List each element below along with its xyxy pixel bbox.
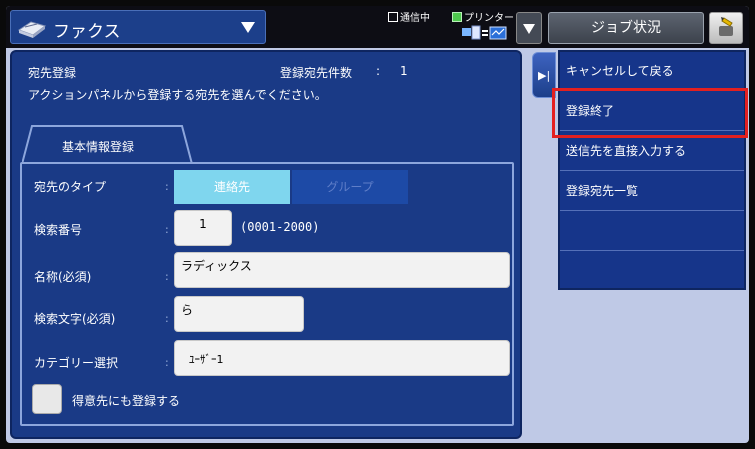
dropdown-arrow-icon: [241, 22, 255, 33]
category-label: カテゴリー選択: [34, 356, 119, 370]
tab-basic-info[interactable]: 基本情報登録: [21, 124, 202, 165]
category-select[interactable]: ﾕｰｻﾞｰ1: [174, 340, 510, 376]
help-button[interactable]: [709, 12, 743, 44]
fax-icon: [17, 21, 47, 38]
registered-count-colon: :: [376, 64, 381, 78]
search-text-field[interactable]: ら: [174, 296, 304, 332]
help-icon: [719, 17, 733, 36]
status-comm-label: 通信中: [400, 13, 430, 24]
type-colon: :: [165, 180, 169, 193]
type-group-button[interactable]: グループ: [292, 170, 408, 204]
status-dropdown-button[interactable]: [516, 12, 542, 44]
mode-select-button[interactable]: ファクス: [10, 10, 266, 44]
comm-indicator-icon: [388, 12, 398, 22]
screen: ファクス 通信中 プリンター ジョブ状況 宛先登録 登録宛先件数: 1 アクシ…: [0, 0, 755, 449]
search-text-colon: :: [165, 312, 169, 325]
status-printer: プリンター: [452, 9, 514, 24]
search-number-range: (0001-2000): [240, 220, 320, 234]
type-label: 宛先のタイプ: [34, 180, 107, 194]
search-number-field[interactable]: 1: [174, 210, 232, 246]
printer-icon: [462, 25, 507, 40]
top-bar: ファクス 通信中 プリンター ジョブ状況: [6, 6, 749, 48]
registered-count-label: 登録宛先件数: [280, 66, 353, 80]
search-number-colon: :: [165, 223, 169, 236]
finish-registration-highlight: [552, 88, 748, 138]
category-colon: :: [165, 356, 169, 369]
cancel-and-return-button[interactable]: キャンセルして戻る: [560, 52, 744, 91]
status-comm: 通信中: [388, 9, 430, 24]
display-frame: ファクス 通信中 プリンター ジョブ状況 宛先登録 登録宛先件数: 1 アクシ…: [6, 6, 749, 443]
action-empty-slot-1: [560, 212, 744, 251]
type-contact-button[interactable]: 連絡先: [174, 170, 290, 204]
favorite-checkbox[interactable]: [32, 384, 62, 414]
mode-label: ファクス: [53, 22, 121, 42]
printer-indicator-icon: [452, 12, 462, 22]
panel-toggle-icon: ▶|: [538, 69, 551, 82]
registered-count-value: 1: [400, 64, 408, 78]
status-printer-label: プリンター: [464, 13, 514, 24]
page-title: 宛先登録: [28, 66, 77, 80]
registered-list-button[interactable]: 登録宛先一覧: [560, 172, 744, 211]
action-empty-slot-2: [560, 252, 744, 291]
search-number-label: 検索番号: [34, 223, 83, 237]
name-colon: :: [165, 270, 169, 283]
basic-info-form: 宛先のタイプ : 連絡先 グループ 検索番号 : 1 (0001-2000) 名…: [20, 162, 514, 426]
name-label: 名称(必須): [34, 270, 92, 284]
instruction-text: アクションパネルから登録する宛先を選んでください。: [28, 88, 327, 102]
job-status-button[interactable]: ジョブ状況: [548, 12, 704, 44]
dropdown-arrow-icon: [523, 24, 535, 34]
registration-panel: 宛先登録 登録宛先件数 : 1 アクションパネルから登録する宛先を選んでください…: [10, 50, 522, 439]
favorite-label: 得意先にも登録する: [72, 394, 181, 408]
search-text-label: 検索文字(必須): [34, 312, 116, 326]
tab-basic-info-label: 基本情報登録: [61, 140, 134, 154]
name-field[interactable]: ラディックス: [174, 252, 510, 288]
action-panel: キャンセルして戻る 登録終了 送信先を直接入力する 登録宛先一覧: [558, 50, 746, 290]
